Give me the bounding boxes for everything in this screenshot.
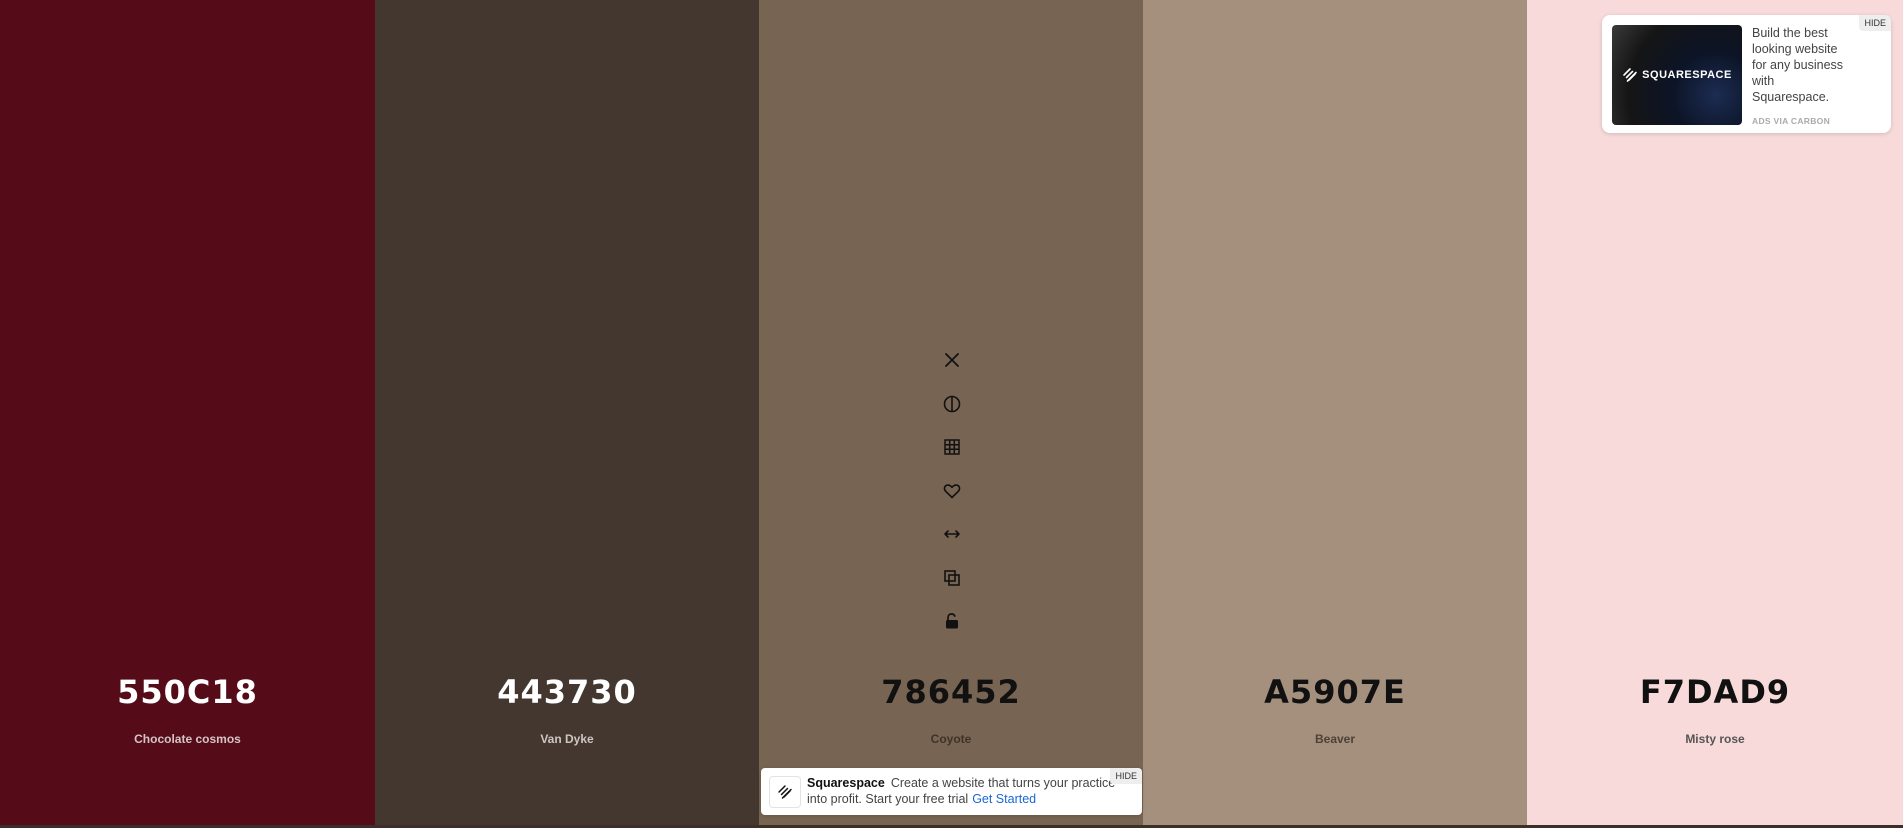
lock-icon[interactable] [935, 604, 969, 638]
color-swatch[interactable]: 443730 Van Dyke [375, 0, 759, 825]
ad-image-brand: SQUARESPACE [1642, 69, 1732, 81]
color-swatch[interactable]: 550C18 Chocolate cosmos [0, 0, 375, 825]
ad-text[interactable]: Build the best looking website for any b… [1752, 25, 1852, 105]
color-swatch[interactable]: A5907E Beaver [1143, 0, 1527, 825]
hex-code[interactable]: 786452 [759, 672, 1143, 712]
color-name[interactable]: Van Dyke [375, 731, 759, 747]
drag-icon[interactable] [935, 517, 969, 551]
hide-bottom-ad-button[interactable]: HIDE [1110, 768, 1142, 784]
carbon-ad[interactable]: SQUARESPACE Build the best looking websi… [1602, 15, 1891, 133]
color-name[interactable]: Beaver [1143, 731, 1527, 747]
ad-brand: Squarespace [807, 776, 885, 790]
ad-image[interactable]: SQUARESPACE [1612, 25, 1742, 125]
hex-code[interactable]: 443730 [375, 672, 759, 712]
color-name[interactable]: Chocolate cosmos [0, 731, 375, 747]
grid-icon[interactable] [935, 430, 969, 464]
shades-icon[interactable] [935, 387, 969, 421]
squarespace-logo-icon [769, 776, 801, 808]
hex-code[interactable]: F7DAD9 [1527, 672, 1903, 712]
get-started-link[interactable]: Get Started [972, 792, 1036, 806]
squarespace-logo-icon [1623, 68, 1637, 82]
color-name[interactable]: Coyote [759, 731, 1143, 747]
hide-ad-button[interactable]: HIDE [1859, 15, 1891, 31]
copy-icon[interactable] [935, 561, 969, 595]
color-name[interactable]: Misty rose [1527, 731, 1903, 747]
hex-code[interactable]: A5907E [1143, 672, 1527, 712]
hex-code[interactable]: 550C18 [0, 672, 375, 712]
heart-icon[interactable] [935, 474, 969, 508]
ad-message: Squarespace Create a website that turns y… [807, 775, 1127, 807]
bottom-ad[interactable]: Squarespace Create a website that turns y… [761, 768, 1142, 815]
ads-via-carbon[interactable]: ADS VIA CARBON [1752, 116, 1830, 126]
swatch-toolbar [935, 343, 969, 648]
remove-color-icon[interactable] [935, 343, 969, 377]
